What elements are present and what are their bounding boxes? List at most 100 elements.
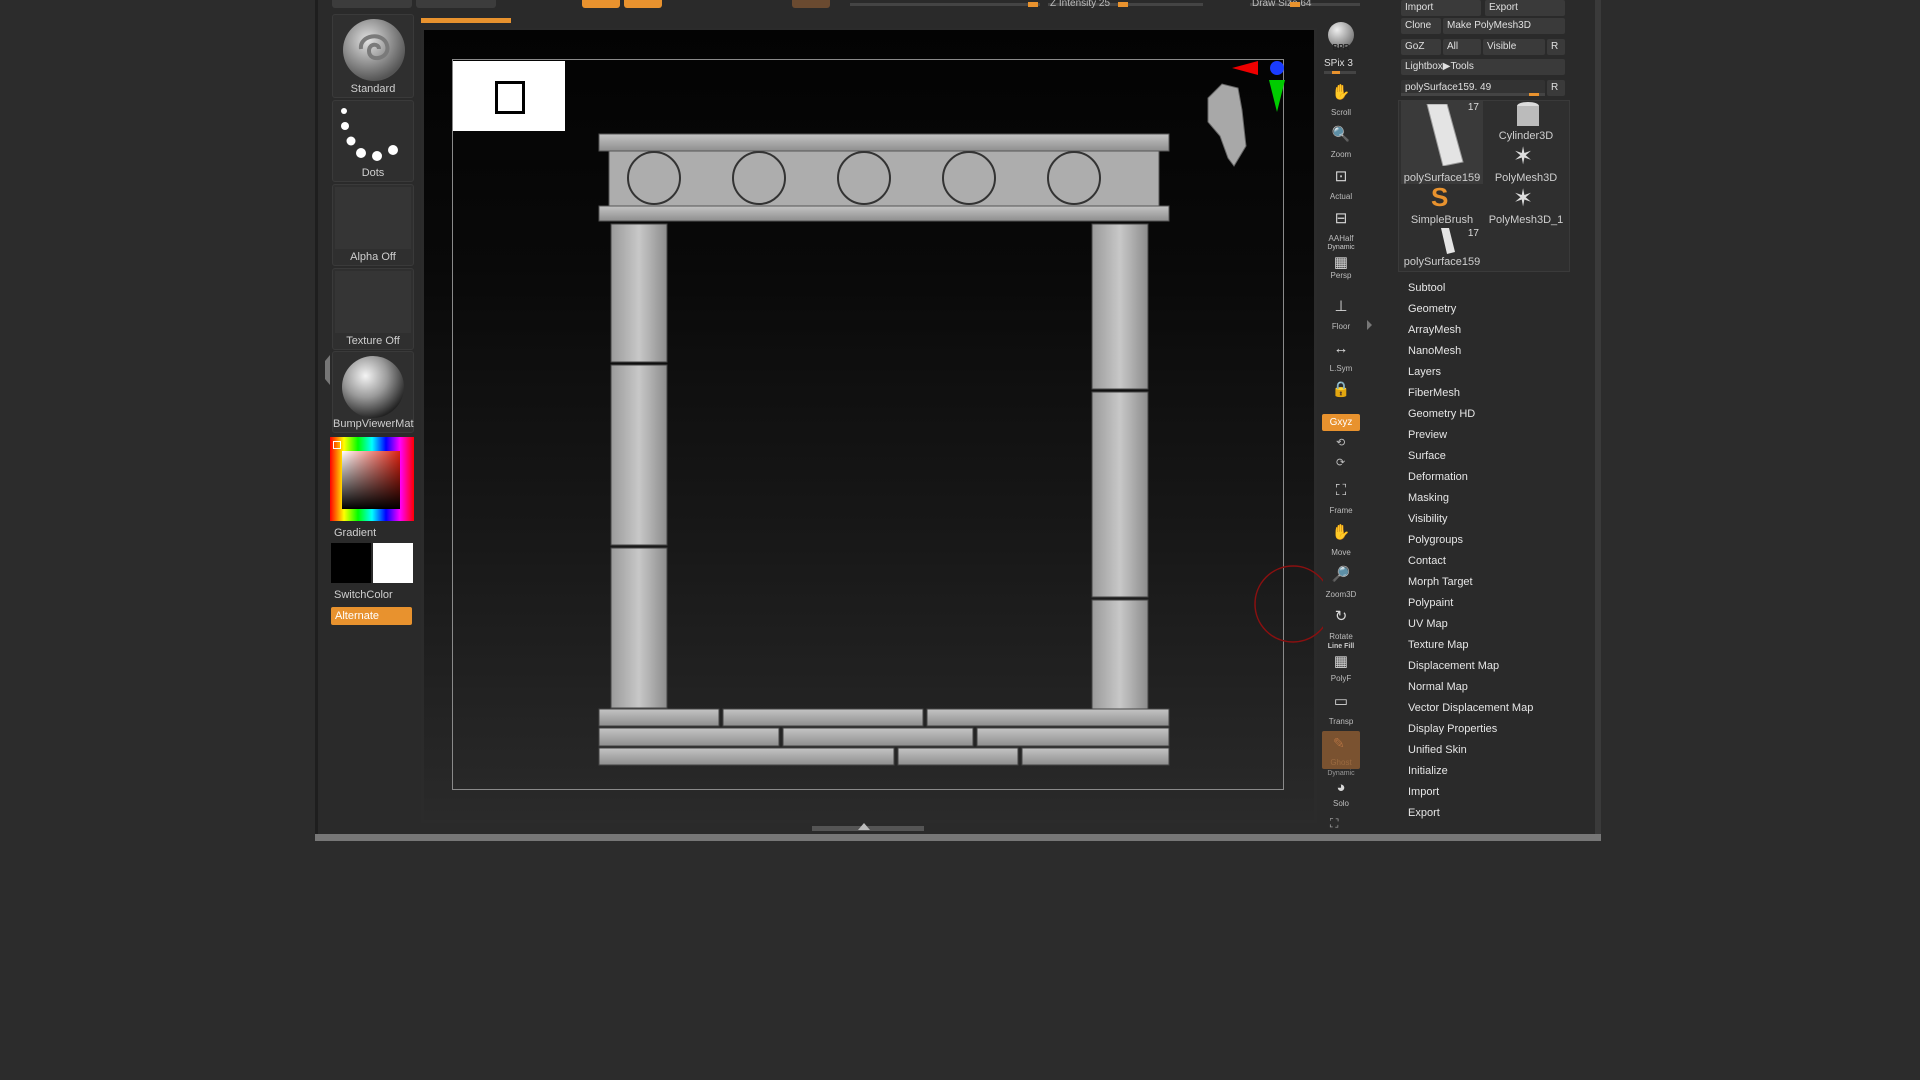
switchcolor-label[interactable]: SwitchColor <box>334 589 393 601</box>
spix-slider[interactable] <box>1324 71 1356 74</box>
z-intensity-slider[interactable]: Z Intensity 25 <box>1048 0 1203 9</box>
texture-thumbnail <box>335 271 411 333</box>
tool-tile-simplebrush[interactable]: S SimpleBrush <box>1401 182 1483 226</box>
expand-up-icon[interactable] <box>858 823 870 830</box>
color-picker-square[interactable] <box>342 451 400 509</box>
scroll-button[interactable]: ✋ Scroll <box>1322 81 1360 119</box>
move-button[interactable]: ✋ Move <box>1322 521 1360 559</box>
top-button-1[interactable] <box>332 0 412 8</box>
polyf-button[interactable]: Line Fill ▦ PolyF <box>1322 643 1360 685</box>
menu-deformation[interactable]: Deformation <box>1408 471 1468 483</box>
actual-button[interactable]: ⊡ Actual <box>1322 165 1360 203</box>
main-color-swatch[interactable] <box>331 543 371 583</box>
goz-r-button[interactable]: R <box>1547 39 1565 55</box>
menu-export[interactable]: Export <box>1408 807 1440 819</box>
menu-display-properties[interactable]: Display Properties <box>1408 723 1497 735</box>
menu-polypaint[interactable]: Polypaint <box>1408 597 1453 609</box>
zoom-button[interactable]: 🔍 Zoom <box>1322 123 1360 161</box>
spix-label[interactable]: SPix 3 <box>1324 58 1353 69</box>
tool-tile-polysurface159[interactable]: 17 polySurface159 <box>1401 100 1483 184</box>
menu-uv-map[interactable]: UV Map <box>1408 618 1448 630</box>
aahalf-button[interactable]: ⊟ AAHalf <box>1322 207 1360 245</box>
alpha-selector[interactable]: Alpha Off <box>332 184 414 266</box>
tool-tile-polymesh3d-1[interactable]: ✶ PolyMesh3D_1 <box>1485 184 1567 226</box>
rotate-button[interactable]: ↻ Rotate <box>1322 605 1360 643</box>
tool-tile-cylinder3d[interactable]: Cylinder3D <box>1485 100 1567 142</box>
solo-button[interactable]: Dynamic ◕ Solo <box>1322 770 1360 810</box>
zadd-button[interactable] <box>792 0 830 8</box>
brush-selector[interactable]: Standard <box>332 14 414 98</box>
menu-subtool[interactable]: Subtool <box>1408 282 1445 294</box>
lock-button[interactable]: 🔒 <box>1322 378 1360 416</box>
menu-polygroups[interactable]: Polygroups <box>1408 534 1463 546</box>
fit-icon[interactable]: ⛶ <box>1330 816 1338 831</box>
goz-all-button[interactable]: All <box>1443 39 1481 55</box>
menu-geometry[interactable]: Geometry <box>1408 303 1456 315</box>
current-tool-slider[interactable]: polySurface159. 49 <box>1401 80 1545 96</box>
alpha-thumbnail <box>335 187 411 249</box>
menu-import[interactable]: Import <box>1408 786 1439 798</box>
lightbox-tools-button[interactable]: Lightbox▶Tools <box>1401 59 1565 75</box>
draw-mode-button[interactable] <box>582 0 620 8</box>
navigation-gizmo[interactable] <box>1190 58 1290 173</box>
floor-button[interactable]: ⊥ Floor <box>1322 295 1360 333</box>
xyz-symmetry-button[interactable]: Gxyz <box>1322 414 1360 431</box>
menu-geometry-hd[interactable]: Geometry HD <box>1408 408 1475 420</box>
transp-button[interactable]: ▭ Transp <box>1322 690 1360 728</box>
white-box-overlay <box>453 61 565 131</box>
dots-stroke-icon <box>341 108 398 161</box>
tool-import-button[interactable]: Import <box>1401 0 1481 16</box>
zoom3d-button[interactable]: 🔎 Zoom3D <box>1322 563 1360 601</box>
ghost-button[interactable]: ✎ Ghost <box>1322 731 1360 769</box>
menu-initialize[interactable]: Initialize <box>1408 765 1448 777</box>
menu-fibermesh[interactable]: FiberMesh <box>1408 387 1460 399</box>
menu-layers[interactable]: Layers <box>1408 366 1441 378</box>
floor-label: Floor <box>1331 322 1351 331</box>
menu-texture-map[interactable]: Texture Map <box>1408 639 1469 651</box>
stone-doorway-model <box>598 133 1170 766</box>
menu-morph-target[interactable]: Morph Target <box>1408 576 1473 588</box>
star-mesh-icon: ✶ <box>1513 185 1534 212</box>
stroke-selector[interactable]: Dots <box>332 100 414 182</box>
edit-mode-button[interactable] <box>624 0 662 8</box>
menu-preview[interactable]: Preview <box>1408 429 1447 441</box>
top-button-2[interactable] <box>416 0 496 8</box>
menu-visibility[interactable]: Visibility <box>1408 513 1448 525</box>
rotate-z-icon[interactable]: ⟳ <box>1336 456 1345 469</box>
menu-nanomesh[interactable]: NanoMesh <box>1408 345 1461 357</box>
ghost-label: Ghost <box>1330 758 1352 767</box>
lsym-button[interactable]: ↔ L.Sym <box>1322 337 1360 375</box>
menu-displacement-map[interactable]: Displacement Map <box>1408 660 1499 672</box>
tool-export-button[interactable]: Export <box>1485 0 1565 16</box>
frame-button[interactable]: ⛶ Frame <box>1322 479 1360 517</box>
menu-surface[interactable]: Surface <box>1408 450 1446 462</box>
persp-button[interactable]: Dynamic ▦ Persp <box>1322 244 1360 282</box>
tool-tile-polymesh3d[interactable]: ✶ PolyMesh3D <box>1485 142 1567 184</box>
texture-selector[interactable]: Texture Off <box>332 268 414 350</box>
rotate-y-icon[interactable]: ⟲ <box>1336 436 1345 449</box>
tool-tile-polysurface159-2[interactable]: 17 polySurface159 <box>1401 226 1483 268</box>
focal-shift-slider[interactable] <box>850 2 1040 7</box>
material-selector[interactable]: BumpViewerMat <box>332 351 414 433</box>
draw-size-slider[interactable]: Draw Size 64 <box>1250 0 1360 9</box>
alternate-button[interactable]: Alternate <box>331 607 412 625</box>
goz-visible-button[interactable]: Visible <box>1483 39 1545 55</box>
clone-button[interactable]: Clone <box>1401 18 1441 34</box>
goz-button[interactable]: GoZ <box>1401 39 1441 55</box>
menu-unified-skin[interactable]: Unified Skin <box>1408 744 1467 756</box>
brush-label: Standard <box>350 83 396 95</box>
secondary-color-swatch[interactable] <box>373 543 413 583</box>
bpr-button[interactable]: BPR <box>1322 16 1360 54</box>
window-bottom-edge <box>315 834 1601 841</box>
make-polymesh-button[interactable]: Make PolyMesh3D <box>1443 18 1565 34</box>
color-picker[interactable] <box>330 437 414 521</box>
menu-vector-displacement-map[interactable]: Vector Displacement Map <box>1408 702 1533 714</box>
menu-masking[interactable]: Masking <box>1408 492 1449 504</box>
menu-contact[interactable]: Contact <box>1408 555 1446 567</box>
tool-count: 17 <box>1467 102 1479 113</box>
right-tray-collapse-icon[interactable] <box>1367 320 1372 330</box>
menu-normal-map[interactable]: Normal Map <box>1408 681 1468 693</box>
menu-arraymesh[interactable]: ArrayMesh <box>1408 324 1461 336</box>
current-tool-r-button[interactable]: R <box>1547 80 1565 96</box>
left-tray-collapse-icon[interactable] <box>320 355 330 385</box>
